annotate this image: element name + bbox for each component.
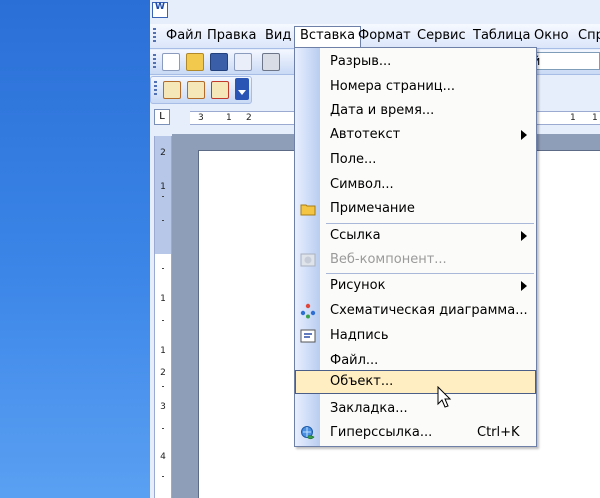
word-app-icon[interactable]: W	[152, 2, 168, 18]
print-icon[interactable]	[262, 53, 280, 71]
toolbar-grip-handle[interactable]	[153, 54, 156, 70]
submenu-arrow-icon	[521, 281, 527, 291]
ruler-number: 2	[246, 113, 252, 123]
menu-item-reference[interactable]: Ссылка	[295, 224, 536, 248]
ruler-tick	[162, 428, 164, 429]
menu-item-label: Веб-компонент...	[330, 252, 447, 267]
menu-item-object[interactable]: Объект...	[295, 370, 536, 394]
permission-icon[interactable]	[234, 53, 252, 71]
textbox-icon	[300, 328, 316, 344]
ruler-number: 3	[160, 402, 166, 412]
menu-item-label: Надпись	[330, 328, 389, 343]
ruler-number: 4	[160, 452, 166, 462]
menu-format[interactable]: Формат	[353, 27, 416, 45]
menu-table[interactable]: Таблица	[468, 27, 536, 45]
vertical-ruler[interactable]: 2 1 1 1 2 3 4	[154, 136, 172, 498]
submenu-arrow-icon	[521, 231, 527, 241]
save-disk-icon[interactable]	[210, 53, 228, 71]
ruler-number: 1	[160, 294, 166, 304]
menu-item-bookmark[interactable]: Закладка...	[295, 397, 536, 421]
menu-bar: Файл Правка Вид Вставка Формат Сервис Та…	[150, 24, 600, 49]
ruler-tick	[162, 268, 164, 269]
menu-item-picture[interactable]: Рисунок	[295, 274, 536, 298]
desktop-background	[0, 0, 150, 498]
ruler-number: 2	[160, 368, 166, 378]
title-bar: W	[150, 0, 600, 22]
web-component-icon	[300, 252, 316, 268]
menu-item-autotext[interactable]: Автотекст	[295, 123, 536, 147]
menu-item-label: Схематическая диаграмма...	[330, 303, 528, 318]
ruler-number: 1	[160, 182, 166, 192]
menu-tools[interactable]: Сервис	[412, 27, 471, 45]
ruler-number: 1	[570, 113, 576, 123]
ruler-number: 1	[592, 113, 598, 123]
word-window: W Файл Правка Вид Вставка Формат Сервис …	[150, 0, 600, 498]
menu-item-label: Гиперссылка...	[330, 425, 433, 440]
menu-help[interactable]: Спр	[573, 27, 600, 45]
menu-window[interactable]: Окно	[529, 27, 574, 45]
menu-item-label: Ссылка	[330, 228, 381, 243]
menu-item-label: Поле...	[330, 152, 377, 167]
mouse-pointer-icon	[437, 385, 457, 412]
menu-file[interactable]: Файл	[161, 27, 207, 45]
menu-item-page-numbers[interactable]: Номера страниц...	[295, 75, 536, 99]
menu-edit[interactable]: Правка	[202, 27, 261, 45]
menu-insert[interactable]: Вставка	[294, 26, 362, 49]
menu-item-break[interactable]: Разрыв...	[295, 50, 536, 74]
hyperlink-icon	[300, 425, 316, 441]
menu-item-hyperlink[interactable]: Гиперссылка... Ctrl+K	[295, 421, 536, 445]
menu-item-web-component: Веб-компонент...	[295, 248, 536, 272]
menu-item-date-time[interactable]: Дата и время...	[295, 99, 536, 123]
menu-item-label: Примечание	[330, 201, 415, 216]
menu-item-label: Объект...	[330, 374, 394, 389]
menubar-grip-handle[interactable]	[153, 28, 156, 44]
ruler-tick	[162, 220, 164, 221]
open-folder-icon[interactable]	[186, 53, 204, 71]
toolbar-options-chevron-icon[interactable]	[235, 78, 249, 100]
ruler-number: 1	[226, 113, 232, 123]
menu-item-textbox[interactable]: Надпись	[295, 324, 536, 348]
toolbar2-grip-handle[interactable]	[154, 81, 157, 97]
menu-item-field[interactable]: Поле...	[295, 148, 536, 172]
ruler-tick	[162, 320, 164, 321]
menu-item-label: Разрыв...	[330, 54, 392, 69]
new-document-icon[interactable]	[162, 53, 180, 71]
menu-item-shortcut: Ctrl+K	[477, 425, 520, 440]
mail-options-icon[interactable]	[211, 81, 229, 99]
submenu-arrow-icon	[521, 130, 527, 140]
insert-menu-dropdown: Разрыв... Номера страниц... Дата и время…	[294, 47, 537, 447]
ruler-number: 1	[160, 346, 166, 356]
ruler-number: 2	[160, 148, 166, 158]
menu-item-label: Автотекст	[330, 127, 401, 142]
menu-item-label: Номера страниц...	[330, 79, 456, 94]
ruler-tick	[162, 386, 164, 387]
menu-item-label: Рисунок	[330, 278, 386, 293]
ruler-tick	[162, 196, 164, 197]
menu-item-diagram[interactable]: Схематическая диаграмма...	[295, 299, 536, 323]
menu-item-comment[interactable]: Примечание	[295, 197, 536, 221]
comment-icon	[300, 201, 316, 217]
diagram-icon	[300, 303, 316, 319]
mail-merge-icon[interactable]	[163, 81, 181, 99]
menu-item-label: Символ...	[330, 177, 394, 192]
mail-merge-toolbar	[150, 76, 252, 104]
envelope-icon[interactable]	[187, 81, 205, 99]
menu-item-symbol[interactable]: Символ...	[295, 173, 536, 197]
ruler-number: 3	[198, 113, 204, 123]
menu-item-label: Закладка...	[330, 401, 408, 416]
menu-view[interactable]: Вид	[260, 27, 296, 45]
ruler-tick	[162, 476, 164, 477]
tab-selector[interactable]: L	[154, 109, 170, 125]
menu-item-label: Дата и время...	[330, 103, 435, 118]
